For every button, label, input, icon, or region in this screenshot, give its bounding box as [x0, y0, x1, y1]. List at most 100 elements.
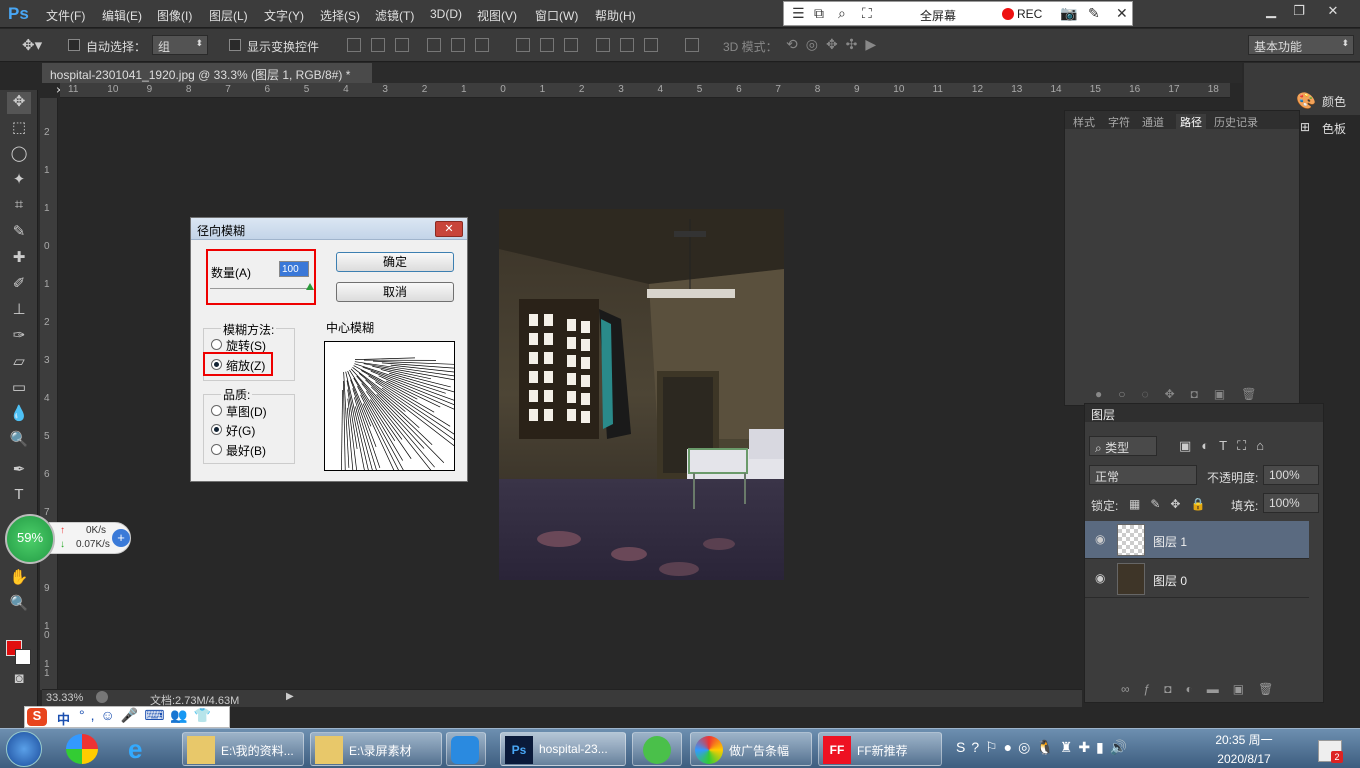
swatches-panel-label[interactable]: 色板 [1322, 120, 1346, 137]
taskbar-item-ff[interactable]: FF FF新推荐 [818, 732, 942, 766]
blend-mode-dropdown[interactable]: 正常 [1089, 465, 1197, 485]
pen-tool-icon[interactable]: ✒ [7, 460, 31, 482]
draft-radio[interactable] [211, 405, 222, 416]
fill-input[interactable]: 100% [1263, 493, 1319, 513]
layer-name[interactable]: 图层 1 [1153, 533, 1187, 550]
draft-label[interactable]: 草图(D) [226, 403, 267, 420]
align-right-icon[interactable] [475, 38, 489, 52]
palette-icon[interactable]: 🎨 [1296, 91, 1316, 111]
best-radio[interactable] [211, 444, 222, 455]
eraser-tool-icon[interactable]: ▱ [7, 352, 31, 374]
tray-icons[interactable]: S?⚐●◎🐧♜✚▮🔊 [956, 739, 1133, 756]
history-brush-tool-icon[interactable]: ✑ [7, 326, 31, 348]
close-window-icon[interactable]: ✕ [1320, 3, 1346, 21]
workspace-dropdown[interactable]: 基本功能 ⬍ [1248, 35, 1354, 55]
eyedropper-tool-icon[interactable]: ✎ [7, 222, 31, 244]
amount-input[interactable] [279, 261, 309, 277]
opacity-input[interactable]: 100% [1263, 465, 1319, 485]
align-top-icon[interactable] [347, 38, 361, 52]
camera-icon[interactable]: 📷 [1060, 5, 1077, 22]
align-vcenter-icon[interactable] [371, 38, 385, 52]
visibility-eye-icon[interactable]: ◉ [1095, 532, 1109, 546]
auto-select-dropdown[interactable]: 组 ⬍ [152, 35, 208, 55]
good-radio[interactable] [211, 424, 222, 435]
ok-button[interactable]: 确定 [336, 252, 454, 272]
close-icon[interactable]: ✕ [435, 221, 463, 237]
taskbar-item-app[interactable] [446, 732, 486, 766]
distribute-top-icon[interactable] [516, 38, 530, 52]
visibility-eye-icon[interactable]: ◉ [1095, 571, 1109, 585]
align-left-icon[interactable] [427, 38, 441, 52]
action-center-icon[interactable]: 2 [1318, 740, 1343, 763]
hand-tool-icon[interactable]: ✋ [7, 568, 31, 590]
layer-row[interactable]: ◉ 图层 0 [1085, 560, 1309, 598]
pen-icon[interactable]: ✎ [1088, 5, 1100, 22]
auto-select-checkbox[interactable] [68, 39, 80, 51]
3d-tools-icons[interactable]: ⟲◎✥✣▶ [786, 36, 884, 53]
taskbar-item-banner[interactable]: 做广告条幅 [690, 732, 812, 766]
tab-paths[interactable]: 路径 [1176, 114, 1206, 130]
distribute-bottom-icon[interactable] [564, 38, 578, 52]
spin-radio[interactable] [211, 339, 222, 350]
taskbar-item-folder2[interactable]: E:\录屏素材 [310, 732, 442, 766]
menu-window[interactable]: 窗口(W) [535, 7, 578, 24]
menu-select[interactable]: 选择(S) [320, 7, 360, 24]
layer-name[interactable]: 图层 0 [1153, 572, 1187, 589]
network-monitor-widget[interactable]: ↑ 0K/s ↓ 0.07K/s + 59% [5, 514, 131, 564]
tab-character[interactable]: 字符 [1108, 114, 1130, 130]
memory-usage-circle[interactable]: 59% [5, 514, 55, 564]
marquee-tool-icon[interactable]: ⬚ [7, 118, 31, 140]
menu-image[interactable]: 图像(I) [157, 7, 192, 24]
distribute-hcenter-icon[interactable] [620, 38, 634, 52]
layer-filter-dropdown[interactable]: ⌕ 类型 [1089, 436, 1157, 456]
show-transform-checkbox[interactable] [229, 39, 241, 51]
region-select-icon[interactable]: ⌕ [838, 5, 846, 22]
menu-3d[interactable]: 3D(D) [430, 7, 462, 21]
background-color-swatch[interactable] [15, 649, 31, 665]
layers-panel-title[interactable]: 图层 [1091, 406, 1115, 423]
zoom-tool-icon[interactable]: 🔍 [7, 594, 31, 616]
taskbar-item-folder1[interactable]: E:\我的资料... [182, 732, 304, 766]
align-bottom-icon[interactable] [395, 38, 409, 52]
color-panel-label[interactable]: 颜色 [1322, 93, 1346, 110]
crop-tool-icon[interactable]: ⌗ [7, 196, 31, 218]
grid-icon[interactable]: ⊞ [1300, 120, 1310, 134]
taskbar-item-360[interactable] [632, 732, 682, 766]
document-image[interactable] [499, 209, 784, 580]
layer-actions-icons[interactable]: ∞ƒ◘◐▬▣🗑 [1121, 682, 1287, 696]
window-mode-icon[interactable]: ⧉ [814, 5, 824, 22]
healing-brush-tool-icon[interactable]: ✚ [7, 248, 31, 270]
magic-wand-tool-icon[interactable]: ✦ [7, 170, 31, 192]
tab-history[interactable]: 历史记录 [1214, 114, 1258, 130]
document-tab[interactable]: hospital-2301041_1920.jpg @ 33.3% (图层 1,… [42, 63, 372, 97]
zoom-label[interactable]: 缩放(Z) [226, 357, 265, 374]
brush-tool-icon[interactable]: ✐ [7, 274, 31, 296]
menu-icon[interactable]: ☰ [792, 5, 805, 22]
status-menu-icon[interactable] [96, 691, 108, 703]
minimize-icon[interactable]: ▁ [1258, 3, 1284, 21]
clone-stamp-tool-icon[interactable]: ⊥ [7, 300, 31, 322]
blur-tool-icon[interactable]: 💧 [7, 404, 31, 426]
menu-layer[interactable]: 图层(L) [209, 7, 248, 24]
crop-region-icon[interactable]: ⛶ [862, 5, 872, 22]
layer-filter-icons[interactable]: ▣◐T⛶⌂ [1179, 438, 1274, 454]
move-tool-preset-icon[interactable]: ✥▾ [22, 36, 42, 54]
menu-view[interactable]: 视图(V) [477, 7, 517, 24]
restore-icon[interactable]: ❐ [1286, 3, 1312, 21]
menu-edit[interactable]: 编辑(E) [102, 7, 142, 24]
menu-type[interactable]: 文字(Y) [264, 7, 304, 24]
dodge-tool-icon[interactable]: 🔍 [7, 430, 31, 452]
taskbar-item-photoshop[interactable]: Ps hospital-23... [500, 732, 626, 766]
amount-slider-handle[interactable] [306, 283, 314, 290]
blur-center-preview[interactable] [324, 341, 455, 471]
distribute-left-icon[interactable] [596, 38, 610, 52]
zoom-radio[interactable] [211, 359, 222, 370]
lasso-tool-icon[interactable]: ◯ [7, 144, 31, 166]
ime-mode-label[interactable]: 中 [57, 709, 70, 728]
cancel-button[interactable]: 取消 [336, 282, 454, 302]
rec-label[interactable]: REC [1017, 7, 1042, 21]
menu-filter[interactable]: 滤镜(T) [375, 7, 414, 24]
distribute-right-icon[interactable] [644, 38, 658, 52]
start-button[interactable] [6, 731, 42, 767]
distribute-vcenter-icon[interactable] [540, 38, 554, 52]
